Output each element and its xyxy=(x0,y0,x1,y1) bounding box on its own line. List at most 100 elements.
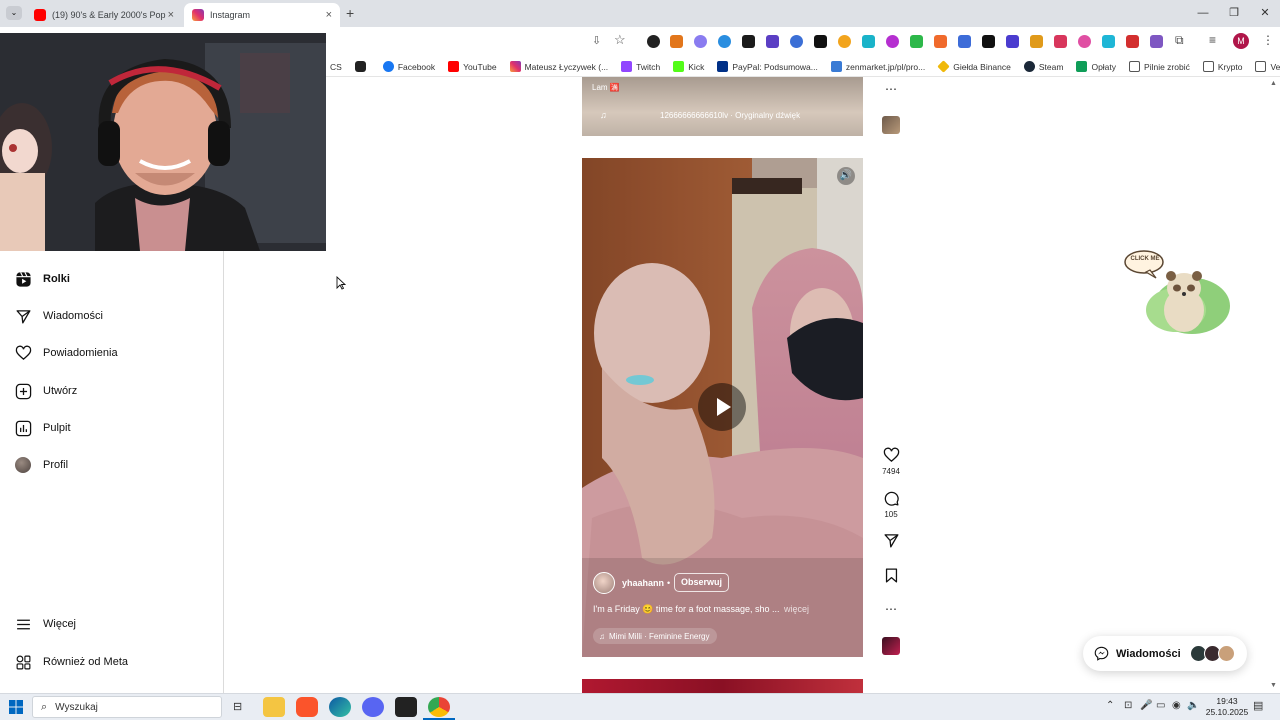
sidebar-item-meta[interactable]: Również od Meta xyxy=(14,649,214,675)
media-control-icon[interactable]: ≡ xyxy=(1209,33,1216,47)
bookmark-kick[interactable]: Kick xyxy=(673,61,704,72)
click-me-sticker[interactable]: CLICK ME xyxy=(1124,248,1230,336)
sidebar-item-profil[interactable]: Profil xyxy=(14,452,214,478)
tab-youtube[interactable]: (19) 90's & Early 2000's Pop Pa × xyxy=(26,3,182,27)
extension-icon[interactable] xyxy=(1030,35,1043,48)
metamask-icon[interactable] xyxy=(670,35,683,48)
extension-icon[interactable] xyxy=(718,35,731,48)
brave-icon[interactable] xyxy=(296,697,318,717)
bookmark-twitch[interactable]: Twitch xyxy=(621,61,660,72)
more-options-icon[interactable]: ⋯ xyxy=(882,602,900,616)
battery-icon[interactable]: ▭ xyxy=(1156,700,1165,711)
install-app-icon[interactable]: ⇩ xyxy=(592,34,601,47)
obs-icon[interactable] xyxy=(395,697,417,717)
volume-icon[interactable]: 🔊 xyxy=(837,167,855,185)
bookmark-youtube[interactable]: YouTube xyxy=(448,61,497,72)
extension-icon[interactable] xyxy=(886,35,899,48)
new-tab-button[interactable]: + xyxy=(346,5,354,21)
bookmark-steam[interactable]: Steam xyxy=(1023,61,1063,72)
extension-icon[interactable] xyxy=(1126,35,1139,48)
chrome-menu-icon[interactable]: ⋮ xyxy=(1262,33,1274,47)
bookmark-star-icon[interactable]: ☆ xyxy=(614,32,626,48)
caption-more-link[interactable]: więcej xyxy=(784,604,809,614)
extension-icon[interactable] xyxy=(647,35,660,48)
edge-icon[interactable] xyxy=(329,697,351,717)
extension-icon[interactable] xyxy=(958,35,971,48)
task-view-icon[interactable]: ⊟ xyxy=(233,700,242,713)
tray-chevron-icon[interactable]: ⌃ xyxy=(1106,700,1114,711)
bookmark-paypal[interactable]: PayPal: Podsumowa... xyxy=(717,61,818,72)
bookmark-vesting[interactable]: Vesting xyxy=(1255,61,1280,72)
bookmark-binance[interactable]: Giełda Binance xyxy=(937,60,1011,73)
extension-icon[interactable] xyxy=(982,35,995,48)
taskbar-search-input[interactable]: ⌕ Wyszukaj xyxy=(32,696,222,718)
extension-icon[interactable] xyxy=(694,35,707,48)
file-explorer-icon[interactable] xyxy=(263,697,285,717)
bookmark-facebook[interactable]: Facebook xyxy=(382,61,435,72)
extension-icon[interactable] xyxy=(934,35,947,48)
clock[interactable]: 19:43 25.10.2025 xyxy=(1203,696,1251,718)
messages-pill[interactable]: Wiadomości xyxy=(1083,636,1247,671)
bookmark-instagram[interactable]: Mateusz Łyczywek (... xyxy=(509,61,608,72)
close-icon[interactable]: × xyxy=(168,9,174,21)
bookmark-krypto[interactable]: Krypto xyxy=(1202,61,1242,72)
extension-icon[interactable] xyxy=(814,35,827,48)
bookmark-pilnie[interactable]: Pilnie zrobić xyxy=(1129,61,1190,72)
sidebar-item-utworz[interactable]: Utwórz xyxy=(14,378,214,404)
reel-audio[interactable]: 12666666666610lv · Oryginalny dźwięk xyxy=(660,111,800,120)
extension-icon[interactable] xyxy=(790,35,803,48)
volume-icon[interactable]: 🔈 xyxy=(1187,700,1199,711)
scroll-down-arrow[interactable]: ▼ xyxy=(1270,682,1277,689)
profile-avatar[interactable]: M xyxy=(1233,33,1249,49)
restore-button[interactable]: ❐ xyxy=(1221,4,1247,22)
like-button[interactable] xyxy=(882,447,900,466)
scroll-up-arrow[interactable]: ▲ xyxy=(1270,80,1277,87)
tab-instagram[interactable]: Instagram × xyxy=(184,3,340,27)
discord-icon[interactable] xyxy=(362,697,384,717)
sidebar-item-powiadomienia[interactable]: Powiadomienia xyxy=(14,340,214,366)
bookmark-zenmarket[interactable]: zenmarket.jp/pl/pro... xyxy=(830,61,925,72)
audio-thumbnail[interactable] xyxy=(882,116,900,134)
save-button[interactable] xyxy=(882,567,900,586)
bookmark-oplaty[interactable]: Opłaty xyxy=(1076,61,1116,72)
reel-previous[interactable]: Lam 🈵 ♫ 12666666666610lv · Oryginalny dź… xyxy=(582,77,863,136)
extension-icon[interactable] xyxy=(862,35,875,48)
sidebar-item-rolki[interactable]: Rolki xyxy=(14,266,214,292)
audio-thumbnail[interactable] xyxy=(882,637,900,655)
extension-icon[interactable] xyxy=(766,35,779,48)
sidebar-item-wiadomosci[interactable]: Wiadomości xyxy=(14,303,214,329)
chrome-icon[interactable] xyxy=(428,697,450,717)
tab-search-button[interactable]: ⌄ xyxy=(6,6,22,20)
play-button[interactable] xyxy=(698,383,746,431)
extension-icon[interactable] xyxy=(1150,35,1163,48)
windows-start-icon[interactable] xyxy=(9,700,23,719)
extension-icon[interactable] xyxy=(1078,35,1091,48)
reel-main[interactable]: 🔊 yhaahann • Obserwuj I'm a Friday 😊 tim… xyxy=(582,158,863,657)
comment-button[interactable] xyxy=(882,490,900,509)
author-username[interactable]: yhaahann xyxy=(622,578,664,588)
window-close-button[interactable]: ✕ xyxy=(1252,4,1278,22)
extension-icon[interactable] xyxy=(1054,35,1067,48)
sidebar-item-wiecej[interactable]: Więcej xyxy=(14,611,214,637)
extension-icon[interactable] xyxy=(1102,35,1115,48)
share-button[interactable] xyxy=(882,532,900,551)
network-icon[interactable]: ◉ xyxy=(1172,700,1181,711)
more-options-icon[interactable]: ⋯ xyxy=(882,82,900,96)
microphone-icon[interactable]: 🎤 xyxy=(1140,700,1152,711)
bookmark-cs[interactable]: CS xyxy=(330,62,342,72)
reel-audio[interactable]: ♫ Mimi Milli · Feminine Energy xyxy=(593,628,718,644)
author-avatar[interactable] xyxy=(593,572,615,594)
extensions-puzzle-icon[interactable]: ⧉ xyxy=(1175,33,1184,48)
close-icon[interactable]: × xyxy=(326,9,332,21)
tray-app-icon[interactable]: ⊡ xyxy=(1124,700,1132,711)
bookmark-g[interactable] xyxy=(354,61,370,72)
follow-button[interactable]: Obserwuj xyxy=(674,573,730,592)
extension-icon[interactable] xyxy=(1006,35,1019,48)
extension-icon[interactable] xyxy=(910,35,923,48)
extension-icon[interactable] xyxy=(838,35,851,48)
minimize-button[interactable]: — xyxy=(1190,4,1216,22)
notification-center-icon[interactable]: ▤ xyxy=(1253,699,1263,712)
sidebar-item-pulpit[interactable]: Pulpit xyxy=(14,415,214,441)
reel-next[interactable] xyxy=(582,679,863,693)
extension-icon[interactable] xyxy=(742,35,755,48)
